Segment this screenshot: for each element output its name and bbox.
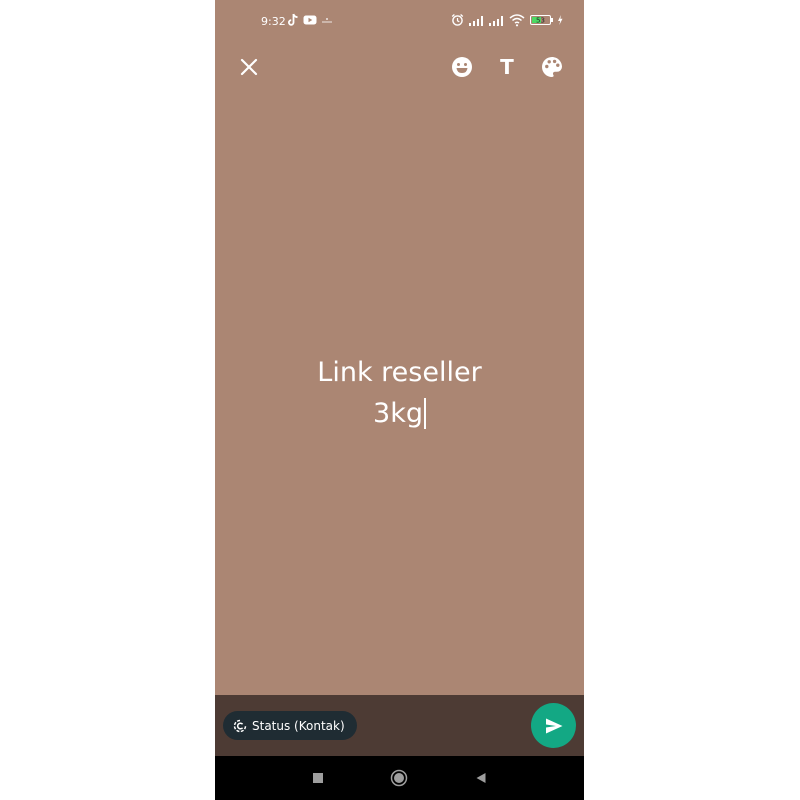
text-cursor [423,398,426,429]
emoji-icon [452,57,472,77]
signal-icon [489,16,503,26]
tiktok-icon [288,13,298,26]
system-status-bar: 9:32 53 [215,0,584,42]
audience-selector[interactable]: Status (Kontak) [223,711,357,740]
home-button[interactable] [389,768,409,788]
wifi-icon [509,14,525,27]
close-icon [240,58,258,76]
battery-icon: 53 [530,15,553,25]
bottom-bar: Status (Kontak) [215,695,584,756]
text-line: Link reseller [317,357,482,388]
recents-button[interactable] [308,768,328,788]
text-line: 3kg [373,398,423,429]
signal-icon [469,16,483,26]
clock: 9:32 [261,15,286,28]
home-icon [390,769,408,787]
recents-icon [313,773,323,783]
send-icon [545,718,562,733]
text-line-with-caret: 3kg [215,393,584,434]
charging-icon [558,15,563,25]
status-icon [233,719,247,732]
text-style-button[interactable]: T [494,54,520,80]
youtube-icon [303,15,317,25]
alarm-icon [451,14,464,26]
send-button[interactable] [531,703,576,748]
status-text-input[interactable]: Link reseller 3kg [215,352,584,434]
back-button[interactable] [471,768,491,788]
back-icon [476,773,486,783]
system-navigation-bar [215,756,584,800]
palette-icon [542,57,562,77]
status-editor-screen: 9:32 53 T Link reseller 3kg Status (Kont… [215,0,584,800]
close-button[interactable] [236,54,262,80]
dots-icon [322,18,332,23]
emoji-button[interactable] [449,54,475,80]
text-style-label: T [500,55,514,79]
battery-level: 53 [536,17,545,25]
color-palette-button[interactable] [539,54,565,80]
audience-label: Status (Kontak) [252,718,345,733]
